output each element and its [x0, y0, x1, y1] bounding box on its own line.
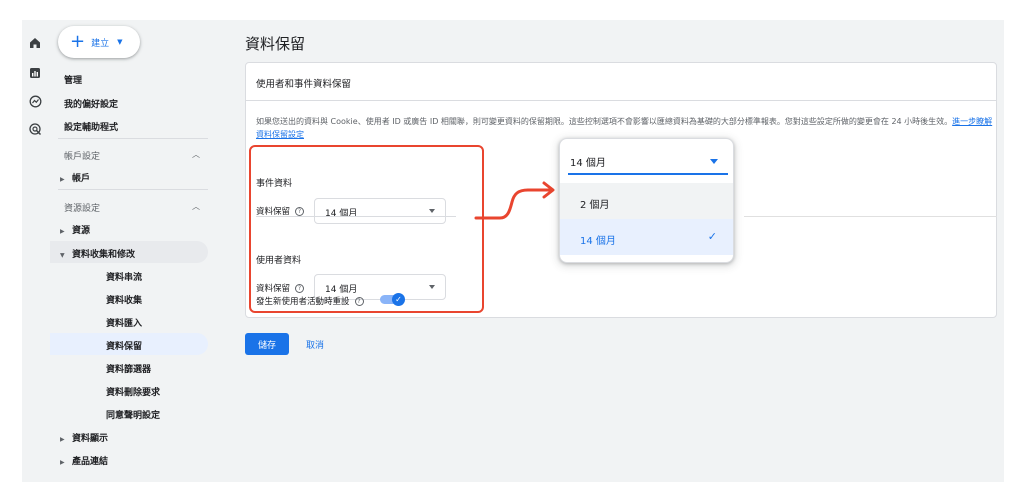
sidebar-section-label: 資源設定 — [64, 204, 101, 214]
sidebar-item-consent-settings[interactable]: 同意聲明設定 — [106, 408, 160, 421]
triangle-right-icon: ▶ — [60, 228, 65, 235]
caret-down-icon: ▼ — [117, 38, 123, 46]
sidebar-section-label: 帳戶設定 — [64, 152, 101, 162]
save-button[interactable]: 儲存 — [245, 333, 289, 355]
analytics-admin-app: + 建立 ▼ 管理 我的偏好設定 設定輔助程式 帳戶設定 ︿ ▶ 帳戶 資源設定 … — [22, 20, 1004, 482]
plus-icon: + — [70, 31, 86, 52]
sidebar-item-data-collection[interactable]: 資料收集 — [106, 293, 142, 306]
sidebar-item-preferences[interactable]: 我的偏好設定 — [64, 97, 118, 110]
sidebar-section-property-settings[interactable]: 資源設定 ︿ — [64, 201, 200, 214]
retention-dropdown-popup: 14 個月 2 個月 14 個月 ✓ — [559, 138, 734, 263]
sidebar-divider — [58, 138, 208, 139]
popup-select-field[interactable]: 14 個月 — [568, 147, 728, 175]
sidebar-item-data-display[interactable]: ▶ 資料顯示 — [60, 431, 108, 444]
triangle-right-icon: ▶ — [60, 436, 65, 443]
description-text: 如果您送出的資料與 Cookie、使用者 ID 或廣告 ID 相關聯，則可變更資… — [256, 117, 953, 126]
explore-icon[interactable] — [26, 92, 44, 110]
triangle-right-icon: ▶ — [60, 176, 65, 183]
card-title: 使用者和事件資料保留 — [246, 63, 996, 101]
sidebar-item-data-filters[interactable]: 資料篩選器 — [106, 362, 151, 375]
triangle-down-icon: ▼ — [60, 252, 65, 259]
check-icon: ✓ — [707, 230, 717, 243]
page-title: 資料保留 — [245, 35, 306, 53]
section-divider-right — [744, 216, 997, 217]
sidebar-item-setup-assistant[interactable]: 設定輔助程式 — [64, 120, 118, 133]
sidebar-item-data-streams[interactable]: 資料串流 — [106, 270, 142, 283]
create-button[interactable]: + 建立 ▼ — [58, 26, 140, 58]
admin-sidebar: + 建立 ▼ 管理 我的偏好設定 設定輔助程式 帳戶設定 ︿ ▶ 帳戶 資源設定 … — [50, 20, 218, 482]
nav-rail — [22, 20, 50, 482]
chevron-up-icon: ︿ — [192, 202, 200, 211]
advertising-icon[interactable] — [26, 120, 44, 138]
sidebar-divider — [58, 189, 208, 190]
popup-selected-value: 14 個月 — [570, 158, 606, 169]
dropdown-arrow-icon — [710, 159, 718, 164]
sidebar-item-label: 帳戶 — [72, 174, 91, 184]
sidebar-item-data-retention[interactable]: 資料保留 — [106, 339, 142, 352]
reports-icon[interactable] — [26, 64, 44, 82]
sidebar-section-account-settings[interactable]: 帳戶設定 ︿ — [64, 149, 200, 162]
sidebar-item-label: 資料收集和修改 — [72, 250, 136, 260]
option-label: 2 個月 — [580, 200, 610, 211]
option-14-months[interactable]: 14 個月 ✓ — [560, 219, 733, 255]
option-label: 14 個月 — [580, 236, 616, 247]
home-icon[interactable] — [26, 34, 44, 52]
screenshot-frame: + 建立 ▼ 管理 我的偏好設定 設定輔助程式 帳戶設定 ︿ ▶ 帳戶 資源設定 … — [0, 0, 1024, 499]
annotation-arrow — [474, 181, 555, 220]
sidebar-item-admin[interactable]: 管理 — [64, 73, 82, 86]
sidebar-item-data-import[interactable]: 資料匯入 — [106, 316, 142, 329]
sidebar-item-product-links[interactable]: ▶ 產品連結 — [60, 454, 108, 467]
sidebar-item-account[interactable]: ▶ 帳戶 — [60, 171, 90, 184]
sidebar-item-property[interactable]: ▶ 資源 — [60, 223, 90, 236]
create-button-label: 建立 — [91, 38, 110, 49]
chevron-up-icon: ︿ — [192, 150, 200, 159]
cancel-button[interactable]: 取消 — [306, 333, 324, 355]
triangle-right-icon: ▶ — [60, 459, 65, 466]
sidebar-item-label: 資源 — [72, 226, 91, 236]
option-2-months[interactable]: 2 個月 — [560, 183, 733, 219]
annotation-highlight-box — [249, 145, 484, 313]
sidebar-item-data-deletion-requests[interactable]: 資料刪除要求 — [106, 385, 160, 398]
sidebar-item-label: 產品連結 — [72, 457, 109, 467]
sidebar-item-data-collection-modification[interactable]: ▼ 資料收集和修改 — [60, 247, 135, 260]
sidebar-item-label: 資料顯示 — [72, 434, 109, 444]
